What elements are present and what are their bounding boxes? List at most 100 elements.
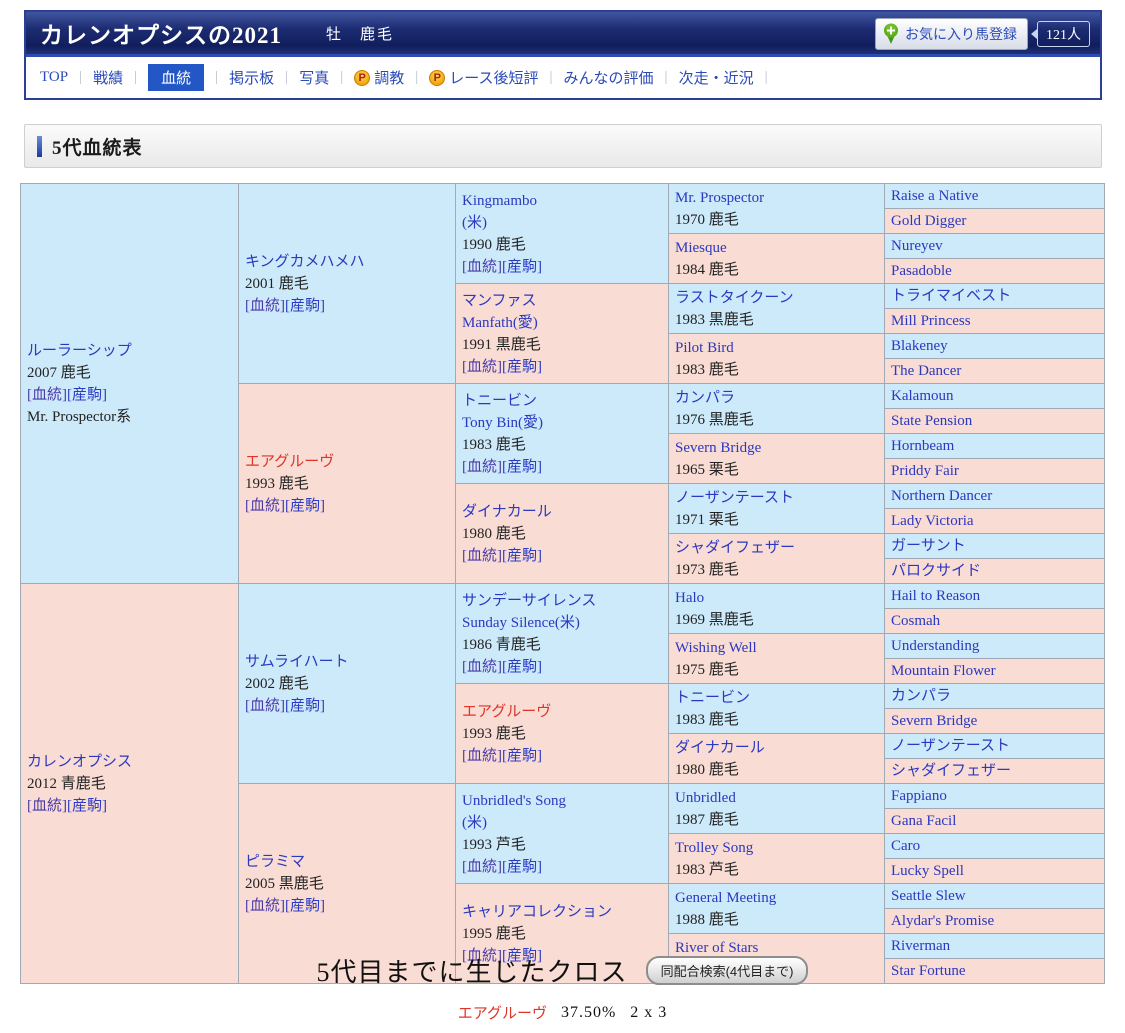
horse-link[interactable]: Sunday Silence(米) — [462, 615, 580, 631]
horse-link[interactable]: Hornbeam — [891, 438, 954, 454]
horse-link[interactable]: カンパラ — [891, 688, 951, 704]
blood-link[interactable]: [血統] — [462, 459, 502, 475]
horse-link[interactable]: Halo — [675, 590, 704, 606]
horse-link[interactable]: エアグルーヴ — [245, 454, 334, 470]
horse-link[interactable]: Miesque — [675, 240, 727, 256]
same-mating-search-button[interactable]: 同配合検索(4代目まで) — [645, 956, 809, 985]
blood-link[interactable]: [血統] — [462, 548, 502, 564]
offspring-link[interactable]: [産駒] — [502, 459, 542, 475]
horse-link[interactable]: ルーラーシップ — [27, 343, 132, 359]
blood-link[interactable]: [血統] — [462, 359, 502, 375]
horse-link[interactable]: Raise a Native — [891, 188, 978, 204]
favorite-horse-button[interactable]: お気に入り馬登録 — [875, 18, 1028, 50]
horse-link[interactable]: General Meeting — [675, 890, 776, 906]
offspring-link[interactable]: [産駒] — [285, 898, 325, 914]
nav-item-血統[interactable]: 血統 — [148, 64, 205, 91]
horse-link[interactable]: Kalamoun — [891, 388, 953, 404]
horse-link[interactable]: ダイナカール — [462, 504, 552, 520]
offspring-link[interactable]: [産駒] — [285, 698, 325, 714]
offspring-link[interactable]: [産駒] — [502, 748, 542, 764]
blood-link[interactable]: [血統] — [27, 387, 67, 403]
horse-link[interactable]: マンファス — [462, 293, 537, 309]
blood-link[interactable]: [血統] — [245, 498, 285, 514]
horse-link[interactable]: トニービン — [462, 393, 537, 409]
horse-link[interactable]: Trolley Song — [675, 840, 753, 856]
horse-link[interactable]: Mill Princess — [891, 313, 971, 329]
horse-link[interactable]: Priddy Fair — [891, 463, 959, 479]
horse-link[interactable]: シャダイフェザー — [891, 763, 1011, 779]
nav-item-戦績[interactable]: 戦績 — [93, 67, 123, 88]
horse-link[interactable]: (米) — [462, 215, 487, 231]
horse-link[interactable]: カレンオプシス — [27, 754, 132, 770]
horse-link[interactable]: Severn Bridge — [675, 440, 761, 456]
horse-link[interactable]: Northern Dancer — [891, 488, 992, 504]
blood-link[interactable]: [血統] — [27, 798, 67, 814]
horse-link[interactable]: Unbridled's Song — [462, 793, 566, 809]
horse-link[interactable]: Hail to Reason — [891, 588, 980, 604]
horse-link[interactable]: ラストタイクーン — [675, 290, 794, 306]
horse-link[interactable]: State Pension — [891, 413, 972, 429]
horse-link[interactable]: Understanding — [891, 638, 979, 654]
horse-link[interactable]: Cosmah — [891, 613, 940, 629]
nav-item-レース後短評[interactable]: P レース後短評 — [429, 67, 539, 88]
horse-link[interactable]: Mountain Flower — [891, 663, 996, 679]
horse-link[interactable]: サンデーサイレンス — [462, 593, 596, 609]
nav-item-次走・近況[interactable]: 次走・近況 — [679, 67, 754, 88]
horse-link[interactable]: Gana Facil — [891, 813, 956, 829]
horse-link[interactable]: シャダイフェザー — [675, 540, 795, 556]
blood-link[interactable]: [血統] — [462, 259, 502, 275]
horse-link[interactable]: (米) — [462, 815, 487, 831]
fans-count-badge[interactable]: 121人 — [1031, 21, 1090, 47]
horse-link[interactable]: Caro — [891, 838, 920, 854]
nav-item-みんなの評価[interactable]: みんなの評価 — [564, 67, 654, 88]
horse-link[interactable]: パロクサイド — [891, 563, 981, 579]
horse-link[interactable]: Tony Bin(愛) — [462, 415, 543, 431]
blood-link[interactable]: [血統] — [245, 298, 285, 314]
blood-link[interactable]: [血統] — [462, 748, 502, 764]
horse-link[interactable]: Lady Victoria — [891, 513, 974, 529]
offspring-link[interactable]: [産駒] — [285, 298, 325, 314]
offspring-link[interactable]: [産駒] — [502, 659, 542, 675]
nav-item-調教[interactable]: P 調教 — [354, 67, 404, 88]
horse-link[interactable]: ノーザンテースト — [675, 490, 794, 506]
blood-link[interactable]: [血統] — [245, 898, 285, 914]
horse-link[interactable]: Pilot Bird — [675, 340, 734, 356]
horse-link[interactable]: Seattle Slew — [891, 888, 966, 904]
horse-link[interactable]: Blakeney — [891, 338, 948, 354]
nav-item-TOP[interactable]: TOP — [40, 69, 68, 86]
horse-link[interactable]: ガーサント — [891, 538, 966, 554]
horse-link[interactable]: サムライハート — [245, 654, 349, 670]
horse-link[interactable]: ピラミマ — [245, 854, 305, 870]
horse-link[interactable]: キャリアコレクション — [462, 904, 612, 920]
horse-link[interactable]: Mr. Prospector — [675, 190, 764, 206]
horse-link[interactable]: Fappiano — [891, 788, 947, 804]
cross-horse-link[interactable]: エアグルーヴ — [458, 1002, 547, 1023]
horse-link[interactable]: Manfath(愛) — [462, 315, 538, 331]
horse-link[interactable]: Nureyev — [891, 238, 943, 254]
offspring-link[interactable]: [産駒] — [67, 387, 107, 403]
offspring-link[interactable]: [産駒] — [285, 498, 325, 514]
horse-link[interactable]: The Dancer — [891, 363, 961, 379]
horse-link[interactable]: Alydar's Promise — [891, 913, 994, 929]
offspring-link[interactable]: [産駒] — [67, 798, 107, 814]
blood-link[interactable]: [血統] — [462, 859, 502, 875]
horse-link[interactable]: Lucky Spell — [891, 863, 964, 879]
horse-link[interactable]: Unbridled — [675, 790, 736, 806]
nav-item-写真[interactable]: 写真 — [299, 67, 329, 88]
horse-link[interactable]: キングカメハメハ — [245, 254, 365, 270]
horse-link[interactable]: エアグルーヴ — [462, 704, 551, 720]
horse-link[interactable]: トニービン — [675, 690, 750, 706]
horse-link[interactable]: Pasadoble — [891, 263, 952, 279]
horse-link[interactable]: Kingmambo — [462, 193, 537, 209]
horse-link[interactable]: ノーザンテースト — [891, 738, 1010, 754]
blood-link[interactable]: [血統] — [462, 659, 502, 675]
horse-link[interactable]: ダイナカール — [675, 740, 765, 756]
offspring-link[interactable]: [産駒] — [502, 359, 542, 375]
horse-link[interactable]: トライマイベスト — [891, 288, 1011, 304]
horse-link[interactable]: Wishing Well — [675, 640, 757, 656]
blood-link[interactable]: [血統] — [245, 698, 285, 714]
horse-link[interactable]: Severn Bridge — [891, 713, 977, 729]
horse-link[interactable]: カンパラ — [675, 390, 735, 406]
horse-link[interactable]: Gold Digger — [891, 213, 966, 229]
offspring-link[interactable]: [産駒] — [502, 859, 542, 875]
